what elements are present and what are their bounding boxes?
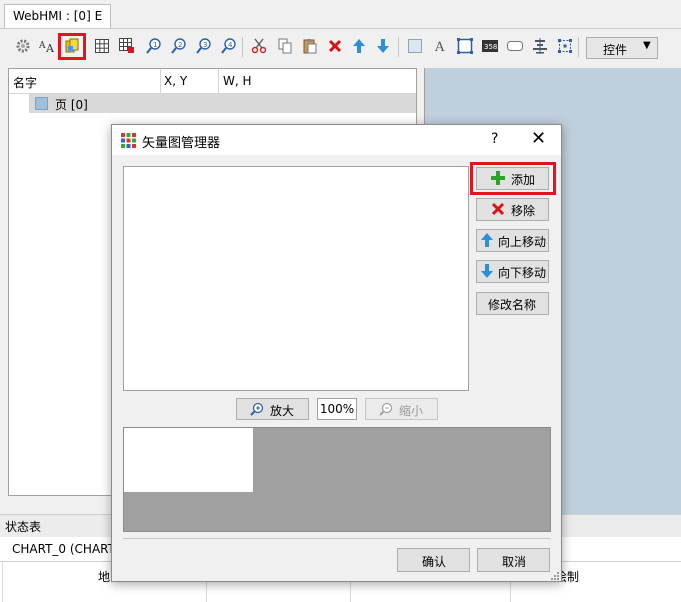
settings-gear-icon[interactable] (14, 37, 32, 55)
vector-manager-app-icon (121, 133, 136, 148)
add-button-highlight (470, 162, 556, 195)
zoom-2-icon[interactable]: 2 (170, 37, 188, 55)
svg-text:358: 358 (484, 43, 497, 51)
vector-list[interactable] (123, 166, 469, 391)
button-shape-icon[interactable] (506, 37, 524, 55)
arrow-up-icon (481, 233, 493, 247)
status-title-label: 状态表 (5, 520, 42, 534)
main-toolbar: AA 1 2 3 4 A 358 (0, 29, 681, 65)
zoom-out-icon (379, 402, 393, 416)
tab-webhmi[interactable]: WebHMI : [0] E (4, 4, 112, 28)
document-tab-strip: WebHMI : [0] E (0, 0, 681, 29)
status-tab-label: CHART_0 (CHART (12, 542, 115, 556)
paste-icon[interactable] (301, 37, 319, 55)
chevron-down-icon: ▼ (643, 40, 651, 51)
copy-icon[interactable] (276, 37, 294, 55)
zoom-level-display: 100% (317, 398, 357, 420)
ok-button[interactable]: 确认 (397, 548, 470, 572)
delete-icon[interactable] (326, 37, 344, 55)
remove-button[interactable]: 移除 (476, 198, 549, 221)
controls-dropdown-label: 控件 (603, 43, 628, 57)
tree-row-label: 页 [0] (55, 98, 88, 112)
zoom-in-label: 放大 (270, 404, 295, 418)
tree-row-page-0[interactable]: 页 [0] (29, 94, 416, 113)
move-up-icon[interactable] (350, 37, 368, 55)
arrow-down-icon (481, 264, 493, 278)
align-center-icon[interactable] (531, 37, 549, 55)
dialog-divider (123, 538, 551, 539)
controls-dropdown[interactable]: 控件 ▼ (586, 37, 658, 59)
tree-header: 名字 X, Y W, H (9, 69, 416, 94)
remove-button-label: 移除 (511, 204, 536, 218)
vector-manager-highlight (58, 33, 86, 60)
svg-text:A: A (45, 42, 55, 54)
svg-text:A: A (434, 40, 445, 54)
text-icon[interactable]: A (431, 37, 449, 55)
dialog-title: 矢量图管理器 (142, 136, 221, 151)
dialog-titlebar: 矢量图管理器 ? ✕ (112, 125, 561, 155)
svg-text:4: 4 (228, 41, 233, 49)
zoom-in-icon (250, 402, 264, 416)
zoom-3-icon[interactable]: 3 (195, 37, 213, 55)
cut-icon[interactable] (250, 37, 268, 55)
zoom-4-icon[interactable]: 4 (220, 37, 238, 55)
svg-text:A: A (38, 41, 46, 51)
snap-grid-icon[interactable] (118, 37, 136, 55)
zoom-1-icon[interactable]: 1 (145, 37, 163, 55)
tree-col-xy[interactable]: X, Y (164, 74, 187, 88)
cancel-button-label: 取消 (502, 555, 527, 569)
move-down-button-label: 向下移动 (498, 266, 547, 280)
svg-text:3: 3 (203, 41, 207, 49)
page-icon (35, 97, 48, 110)
font-size-icon[interactable]: AA (38, 37, 56, 55)
vector-preview (123, 427, 551, 532)
frame-icon[interactable] (456, 37, 474, 55)
svg-text:2: 2 (178, 41, 182, 49)
move-down-button[interactable]: 向下移动 (476, 260, 549, 283)
zoom-out-label: 缩小 (399, 404, 424, 418)
svg-text:1: 1 (153, 41, 157, 49)
zoom-out-button[interactable]: 缩小 (365, 398, 438, 420)
preview-page (124, 428, 253, 492)
select-area-icon[interactable] (556, 37, 574, 55)
status-col-address: 地 (98, 570, 111, 584)
move-down-icon[interactable] (374, 37, 392, 55)
tree-col-wh[interactable]: W, H (223, 74, 252, 88)
resize-grip-icon[interactable] (550, 571, 560, 581)
number-display-icon[interactable]: 358 (481, 37, 499, 55)
close-button[interactable]: ✕ (531, 128, 546, 149)
rename-button[interactable]: 修改名称 (476, 292, 549, 315)
move-up-button[interactable]: 向上移动 (476, 229, 549, 252)
zoom-in-button[interactable]: 放大 (236, 398, 309, 420)
remove-x-icon (491, 202, 505, 216)
rename-button-label: 修改名称 (488, 298, 537, 312)
cancel-button[interactable]: 取消 (477, 548, 550, 572)
rectangle-icon[interactable] (406, 37, 424, 55)
help-button[interactable]: ? (491, 131, 498, 147)
move-up-button-label: 向上移动 (498, 235, 547, 249)
grid-icon[interactable] (93, 37, 111, 55)
ok-button-label: 确认 (422, 555, 447, 569)
tree-col-name[interactable]: 名字 (13, 74, 37, 91)
